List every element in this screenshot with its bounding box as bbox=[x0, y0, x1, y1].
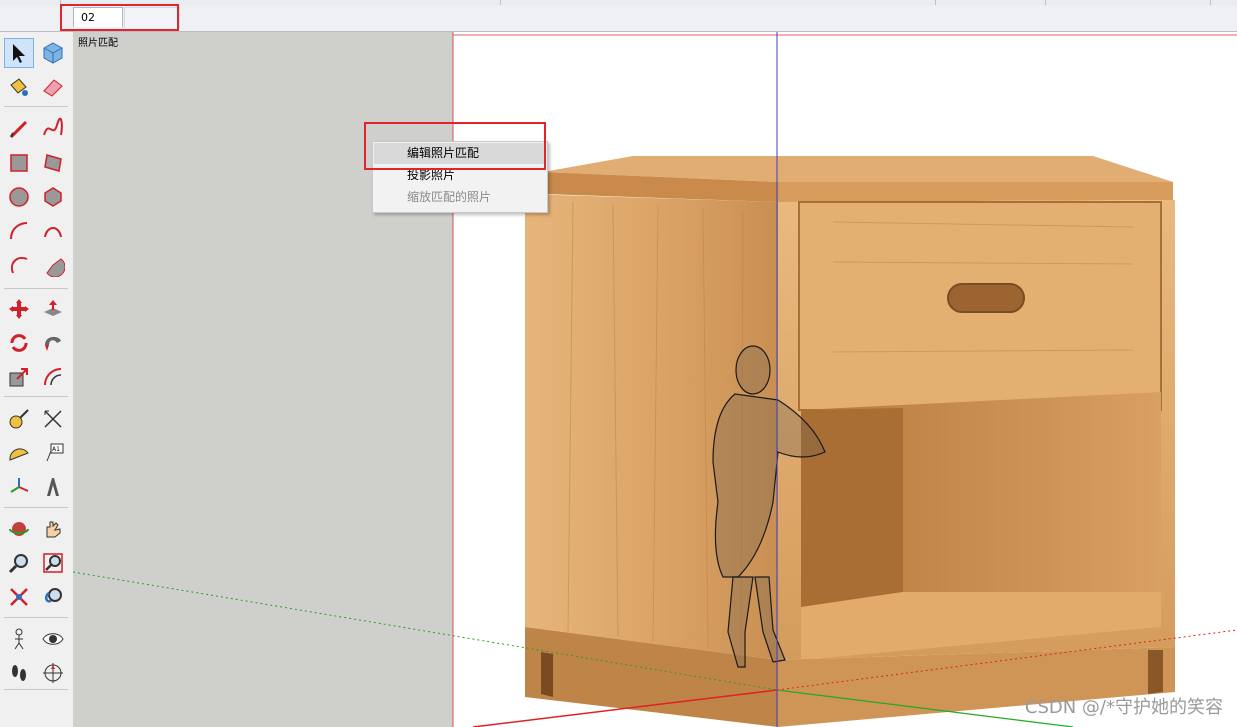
walk-icon bbox=[12, 665, 26, 681]
rotate-icon bbox=[10, 334, 28, 352]
rotated-rectangle-icon bbox=[44, 154, 62, 172]
tool-button-paint-bucket[interactable] bbox=[4, 72, 34, 102]
previous-view-icon bbox=[45, 588, 62, 603]
toolbar-separator bbox=[4, 288, 68, 289]
eraser-icon bbox=[43, 79, 63, 97]
3d-text-icon bbox=[47, 478, 59, 496]
tool-button-follow-me[interactable] bbox=[38, 328, 68, 358]
three-point-arc-icon bbox=[11, 257, 28, 274]
watermark-text: CSDN @/*守护她的笑容 bbox=[1024, 697, 1223, 718]
tool-button-look-around[interactable] bbox=[38, 624, 68, 654]
red-axis-line bbox=[472, 689, 778, 727]
toolbar-separator bbox=[4, 617, 68, 618]
green-axis-dotted bbox=[73, 571, 778, 691]
tool-button-eraser[interactable] bbox=[38, 72, 68, 102]
menu-item-scale-matched-photo: 缩放匹配的照片 bbox=[407, 190, 492, 204]
tool-button-zoom[interactable] bbox=[4, 548, 34, 578]
zoom-icon bbox=[8, 554, 28, 574]
tool-button-protractor[interactable] bbox=[4, 438, 34, 468]
look-around-icon bbox=[42, 633, 64, 645]
toolbar-segment bbox=[935, 0, 1046, 5]
tool-button-3d-text[interactable] bbox=[38, 472, 68, 502]
tool-button-rotate[interactable] bbox=[4, 328, 34, 358]
pan-icon bbox=[46, 521, 61, 538]
select-icon bbox=[13, 44, 25, 63]
annotation-highlight-box bbox=[364, 122, 546, 170]
tool-button-push-pull[interactable] bbox=[38, 294, 68, 324]
polygon-icon bbox=[44, 187, 62, 207]
text-label-icon: A1 bbox=[46, 443, 64, 462]
tool-button-move[interactable] bbox=[4, 294, 34, 324]
tool-button-rectangle[interactable] bbox=[4, 148, 34, 178]
tool-button-dimension[interactable] bbox=[38, 404, 68, 434]
rectangle-icon bbox=[10, 154, 28, 172]
tool-button-polygon[interactable] bbox=[38, 182, 68, 212]
toolbar-segment bbox=[1045, 0, 1211, 5]
tool-button-component[interactable] bbox=[38, 38, 68, 68]
tool-button-pan[interactable] bbox=[38, 514, 68, 544]
zoom-extents-icon bbox=[10, 588, 28, 606]
toolbar-separator bbox=[4, 689, 68, 690]
tool-button-pencil-line[interactable] bbox=[4, 114, 34, 144]
freehand-icon bbox=[43, 117, 63, 136]
tool-button-zoom-extents[interactable] bbox=[4, 582, 34, 612]
tool-button-position-camera[interactable] bbox=[4, 624, 34, 654]
two-point-arc-icon bbox=[44, 227, 62, 238]
axes-icon bbox=[10, 478, 29, 493]
offset-icon bbox=[44, 368, 62, 386]
tool-button-offset[interactable] bbox=[38, 362, 68, 392]
annotation-highlight-box bbox=[60, 4, 179, 31]
tool-button-zoom-window[interactable] bbox=[38, 548, 68, 578]
component-icon bbox=[43, 42, 63, 64]
tool-button-circle[interactable] bbox=[4, 182, 34, 212]
drawing-viewport[interactable]: 照片匹配 bbox=[73, 32, 1237, 727]
tool-button-section-plane[interactable] bbox=[38, 658, 68, 688]
svg-text:A1: A1 bbox=[52, 446, 60, 453]
pie-icon bbox=[46, 258, 65, 277]
circle-icon bbox=[9, 187, 29, 207]
tool-button-text-label[interactable]: A1 bbox=[38, 438, 68, 468]
toolbar-separator bbox=[4, 106, 68, 107]
paint-bucket-icon bbox=[10, 78, 28, 96]
red-axis-dotted bbox=[776, 629, 1237, 691]
push-pull-icon bbox=[44, 300, 62, 316]
zoom-window-icon bbox=[43, 553, 63, 573]
toolbar-segment bbox=[500, 0, 936, 5]
tool-button-axes[interactable] bbox=[4, 472, 34, 502]
tool-button-freehand[interactable] bbox=[38, 114, 68, 144]
arc-icon bbox=[10, 222, 28, 240]
tape-measure-icon bbox=[9, 409, 29, 429]
toolbar-segment bbox=[0, 0, 61, 5]
tool-button-tape-measure[interactable] bbox=[4, 404, 34, 434]
model-axes bbox=[73, 32, 1237, 727]
tool-button-pie[interactable] bbox=[38, 250, 68, 280]
large-tool-set-toolbar: A1 bbox=[0, 32, 74, 727]
tool-button-walk[interactable] bbox=[4, 658, 34, 688]
orbit-icon bbox=[9, 522, 29, 536]
tool-button-scale[interactable] bbox=[4, 362, 34, 392]
tool-button-rotated-rectangle[interactable] bbox=[38, 148, 68, 178]
dimension-icon bbox=[44, 410, 62, 428]
tool-button-two-point-arc[interactable] bbox=[38, 216, 68, 246]
tool-button-orbit[interactable] bbox=[4, 514, 34, 544]
follow-me-icon bbox=[45, 336, 61, 351]
toolbar-separator bbox=[4, 507, 68, 508]
protractor-icon bbox=[9, 448, 29, 461]
tool-button-three-point-arc[interactable] bbox=[4, 250, 34, 280]
pencil-line-icon bbox=[9, 120, 28, 139]
toolbar-separator bbox=[4, 396, 68, 397]
scenes-tab-bar: 02 bbox=[0, 6, 1237, 32]
scale-icon bbox=[9, 368, 28, 387]
tool-button-previous-view[interactable] bbox=[38, 582, 68, 612]
tool-button-select[interactable] bbox=[4, 38, 34, 68]
tool-button-arc[interactable] bbox=[4, 216, 34, 246]
move-icon bbox=[9, 299, 29, 319]
position-camera-icon bbox=[14, 628, 24, 650]
section-plane-icon bbox=[43, 663, 63, 683]
